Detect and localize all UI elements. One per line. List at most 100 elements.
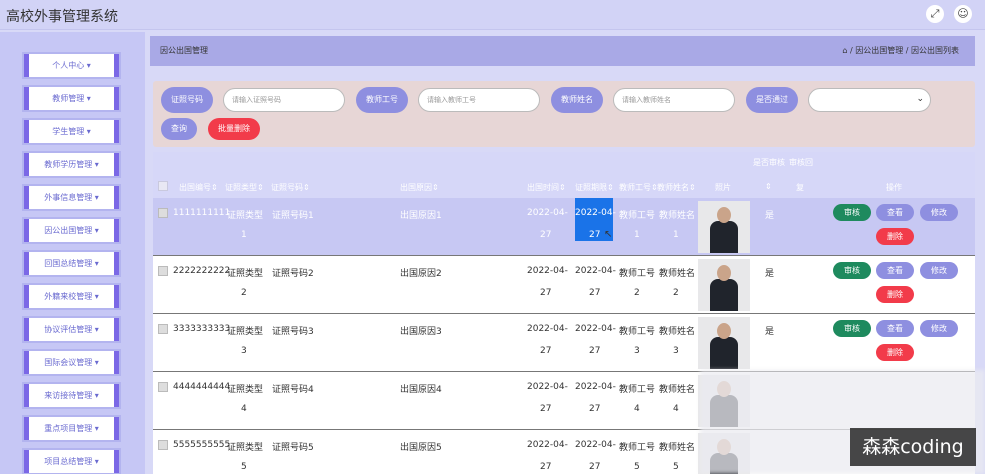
sidebar-item-foreign-affairs[interactable]: 外事信息管理 ▾ [24,186,119,209]
is-reviewed-cell: 是 [765,269,775,279]
row-checkbox[interactable] [158,324,168,334]
cert-expiry-cell: 2022-04- [575,382,616,392]
teacher-name-cell-2: 2 [673,288,679,298]
sidebar-item-teacher-degree[interactable]: 教师学历管理 ▾ [24,153,119,176]
sidebar: 个人中心 ▾ 教师管理 ▾ 学生管理 ▾ 教师学历管理 ▾ 外事信息管理 ▾ 因… [0,32,145,474]
abroad-no-cell: 4444444444 [173,382,231,392]
review-button[interactable]: 审核 [833,262,871,279]
chevron-down-icon: ⌄ [916,94,924,104]
cert-no-cell: 证照号码3 [272,327,314,337]
view-button[interactable]: 查看 [876,320,914,337]
teacher-name-cell: 教师姓名 [659,211,696,221]
sidebar-item-return-summary[interactable]: 回国总结管理 ▾ [24,252,119,275]
edit-button[interactable]: 修改 [920,262,958,279]
home-icon[interactable]: ⌂ [842,46,847,55]
teacher-name-cell: 教师姓名 [659,443,696,453]
batch-delete-button[interactable]: 批量删除 [208,118,260,140]
abroad-date-cell: 2022-04- [527,266,568,276]
abroad-no-cell: 1111111111 [173,208,231,218]
delete-button[interactable]: 删除 [876,344,914,361]
cert-expiry-cell: 2022-04- [575,208,616,218]
abroad-date-cell-2: 27 [540,462,552,472]
abroad-date-cell: 2022-04- [527,208,568,218]
teacher-no-input[interactable]: 请输入教师工号 [418,88,540,112]
cert-type-cell-2: 4 [241,404,247,414]
sidebar-item-intl-conference[interactable]: 国际会议管理 ▾ [24,351,119,374]
table-row[interactable]: 2222222222 证照类型 2 证照号码2 出国原因2 2022-04- 2… [153,256,975,314]
sidebar-item-reception[interactable]: 来访接待管理 ▾ [24,384,119,407]
header-cert-expiry[interactable]: 证照期限⇕ [575,182,614,193]
watermark: 森森coding [850,428,976,466]
reason-cell: 出国原因5 [400,443,442,453]
delete-button[interactable]: 删除 [876,228,914,245]
teacher-name-cell: 教师姓名 [659,327,696,337]
row-checkbox[interactable] [158,266,168,276]
sidebar-item-agreement-eval[interactable]: 协议评估管理 ▾ [24,318,119,341]
header-cert-type[interactable]: 证照类型⇕ [225,182,264,193]
cert-expiry-cell-2: 27 [589,230,601,240]
view-button[interactable]: 查看 [876,262,914,279]
header-review-reply: 审核回 [789,158,813,167]
header-sort-icon[interactable]: ⇕ [765,182,772,191]
row-checkbox[interactable] [158,208,168,218]
delete-button[interactable]: 删除 [876,286,914,303]
search-button[interactable]: 查询 [161,118,197,140]
header-reason[interactable]: 出国原因⇕ [400,182,439,193]
sidebar-item-key-projects[interactable]: 重点项目管理 ▾ [24,417,119,440]
reason-cell: 出国原因3 [400,327,442,337]
header-cert-no[interactable]: 证照号码⇕ [271,182,310,193]
teacher-no-cell-2: 5 [634,462,640,472]
reason-cell: 出国原因4 [400,385,442,395]
edit-button[interactable]: 修改 [920,204,958,221]
teacher-no-cell: 教师工号 [619,327,656,337]
abroad-no-cell: 2222222222 [173,266,231,276]
cert-expiry-cell-2: 27 [589,462,601,472]
select-all-checkbox[interactable] [158,181,168,191]
header-teacher-no[interactable]: 教师工号⇕ [619,182,658,193]
mouse-cursor-icon: ↖ [604,229,613,240]
edit-button[interactable]: 修改 [920,320,958,337]
app-title: 高校外事管理系统 [6,9,118,25]
teacher-name-cell-2: 3 [673,346,679,356]
table-row[interactable]: 3333333333 证照类型 3 证照号码3 出国原因3 2022-04- 2… [153,314,975,372]
abroad-no-cell: 5555555555 [173,440,231,450]
teacher-name-cell-2: 1 [673,230,679,240]
teacher-no-cell-2: 2 [634,288,640,298]
sidebar-item-teacher[interactable]: 教师管理 ▾ [24,87,119,110]
sidebar-item-foreign-visitors[interactable]: 外籍来校管理 ▾ [24,285,119,308]
cert-expiry-cell: 2022-04- [575,440,616,450]
cert-no-input[interactable]: 请输入证照号码 [223,88,345,112]
sidebar-item-personal-center[interactable]: 个人中心 ▾ [24,54,119,77]
view-button[interactable]: 查看 [876,204,914,221]
teacher-name-input[interactable]: 请输入教师姓名 [613,88,735,112]
row-checkbox[interactable] [158,382,168,392]
approved-label: 是否通过 [746,87,798,113]
header-teacher-name[interactable]: 教师姓名⇕ [657,182,696,193]
header-abroad-no[interactable]: 出国编号⇕ [179,182,218,193]
sidebar-item-student[interactable]: 学生管理 ▾ [24,120,119,143]
cert-no-label: 证照号码 [161,87,213,113]
header-abroad-date[interactable]: 出国时间⇕ [527,182,566,193]
teacher-no-cell: 教师工号 [619,385,656,395]
cert-type-cell: 证照类型 [227,443,264,453]
review-button[interactable]: 审核 [833,204,871,221]
review-button[interactable]: 审核 [833,320,871,337]
approved-select[interactable]: ⌄ [808,88,931,112]
fullscreen-icon[interactable]: ⤢ [926,5,944,23]
cert-no-cell: 证照号码5 [272,443,314,453]
sidebar-item-project-summary[interactable]: 项目总结管理 ▾ [24,450,119,473]
table-row[interactable]: 1111111111 证照类型 1 证照号码1 出国原因1 2022-04- 2… [153,198,975,256]
header-photo: 照片 [715,183,731,192]
abroad-date-cell: 2022-04- [527,324,568,334]
user-icon[interactable]: ☺ [954,5,972,23]
reason-cell: 出国原因1 [400,211,442,221]
teacher-photo [698,317,750,369]
cert-type-cell: 证照类型 [227,269,264,279]
teacher-name-label: 教师姓名 [551,87,603,113]
row-checkbox[interactable] [158,440,168,450]
teacher-no-cell: 教师工号 [619,269,656,279]
sidebar-item-official-abroad[interactable]: 因公出国管理 ▾ [24,219,119,242]
header-actions: 操作 [886,183,902,192]
header-reply: 复 [796,183,804,192]
cert-expiry-cell-2: 27 [589,404,601,414]
